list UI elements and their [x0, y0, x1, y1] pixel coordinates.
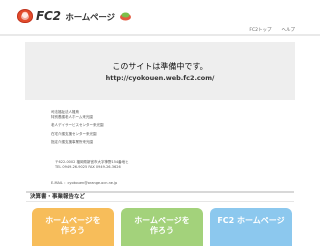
email-line[interactable]: E-MAIL ：cyokouen@orange.ocn.ne.jp: [51, 181, 117, 186]
leaf-icon: [119, 12, 131, 21]
nav-help[interactable]: ヘルプ: [282, 27, 296, 33]
ad-line: ホームページを: [45, 216, 101, 225]
contact-block: 〒622-0002 福岡県新宮市大字神野154番地ヒ TEL 0949-26-9…: [55, 160, 129, 170]
logo-fc2: FC2: [36, 9, 61, 23]
nav-fc2-top[interactable]: FC2トップ: [249, 27, 271, 33]
ad-banner-2[interactable]: ホームページを 作ろう: [121, 208, 203, 246]
header-nav: FC2トップ ヘルプ: [249, 27, 295, 33]
logo-sub: ホームページ: [65, 13, 115, 23]
ad-banners: ホームページを 作ろう ホームページを 作ろう FC2 ホームページ: [28, 208, 296, 246]
ad-line: FC2 ホームページ: [217, 216, 285, 225]
ad-banner-3[interactable]: FC2 ホームページ: [210, 208, 292, 246]
prep-url[interactable]: http://cyokouen.web.fc2.com/: [25, 74, 295, 82]
ad-line: 作ろう: [61, 226, 85, 235]
info-line: 指定介護支援事業所来光園: [51, 140, 93, 144]
fc2-mascot-icon: [17, 9, 33, 23]
ad-line: 作ろう: [150, 226, 174, 235]
info-list: 司法福祉法人雛鳥 特別養護老人ホーム来光園 老人デイサービスセンター来光園 在宅…: [51, 110, 291, 145]
section-title: 決算書・事業報告など: [26, 191, 294, 202]
phone-fax: TEL 0949-26-9025 FAX 0949-26-3626: [55, 165, 121, 169]
ad-banner-1[interactable]: ホームページを 作ろう: [32, 208, 114, 246]
prep-banner: このサイトは準備中です。 http://cyokouen.web.fc2.com…: [25, 42, 295, 100]
prep-title: このサイトは準備中です。: [112, 62, 208, 71]
header: FC2 ホームページ FC2トップ ヘルプ: [0, 0, 320, 36]
fc2-logo[interactable]: FC2 ホームページ: [17, 8, 132, 24]
header-divider: [0, 34, 320, 36]
logo-text: FC2 ホームページ: [36, 9, 115, 23]
ad-line: ホームページを: [134, 216, 190, 225]
